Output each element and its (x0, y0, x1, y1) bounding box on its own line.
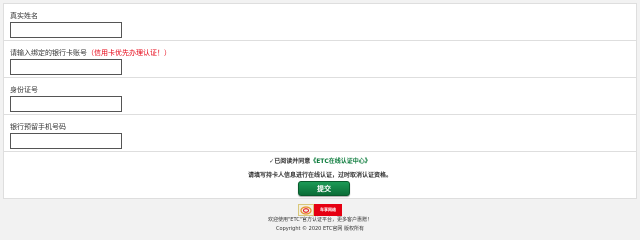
phone-input[interactable] (10, 133, 122, 149)
footer-welcome: 欢迎使用"ETC"官方认证平台，更多客户惠赠！ (267, 217, 372, 223)
name-label: 真实姓名 (10, 12, 38, 20)
phone-label: 银行预留手机号码 (10, 123, 66, 131)
form-panel: 真实姓名 请输入绑定的银行卡账号（信用卡优先办理认证！） 身份证号 银行预留手机… (3, 3, 637, 199)
card-label-text: 请输入绑定的银行卡账号 (10, 49, 87, 57)
card-number-input[interactable] (10, 59, 122, 75)
agreement-prefix[interactable]: ✓已阅读并同意 (269, 158, 310, 165)
id-label: 身份证号 (10, 86, 38, 94)
submit-button[interactable]: 提交 (298, 181, 350, 196)
brand-logo: 车享网络 (298, 204, 342, 216)
agreement-link[interactable]: 《ETC在线认证中心》 (310, 158, 371, 165)
swirl-icon (298, 204, 314, 216)
phone-row: 银行预留手机号码 (4, 115, 636, 152)
logo-text: 车享网络 (314, 204, 342, 216)
id-row: 身份证号 (4, 78, 636, 115)
agreement-line[interactable]: ✓已阅读并同意《ETC在线认证中心》 (4, 156, 636, 165)
card-label: 请输入绑定的银行卡账号（信用卡优先办理认证！） (10, 48, 171, 58)
card-row: 请输入绑定的银行卡账号（信用卡优先办理认证！） (4, 41, 636, 78)
footer-copyright: Copyright © 2020 ETC官网 版权所有 (276, 226, 364, 232)
id-number-input[interactable] (10, 96, 122, 112)
name-row: 真实姓名 (4, 4, 636, 41)
credit-card-warning: （信用卡优先办理认证！） (87, 49, 171, 57)
name-input[interactable] (10, 22, 122, 38)
notice-text: 请填写持卡人信息进行在线认证，过时取消认证资格。 (247, 172, 392, 179)
